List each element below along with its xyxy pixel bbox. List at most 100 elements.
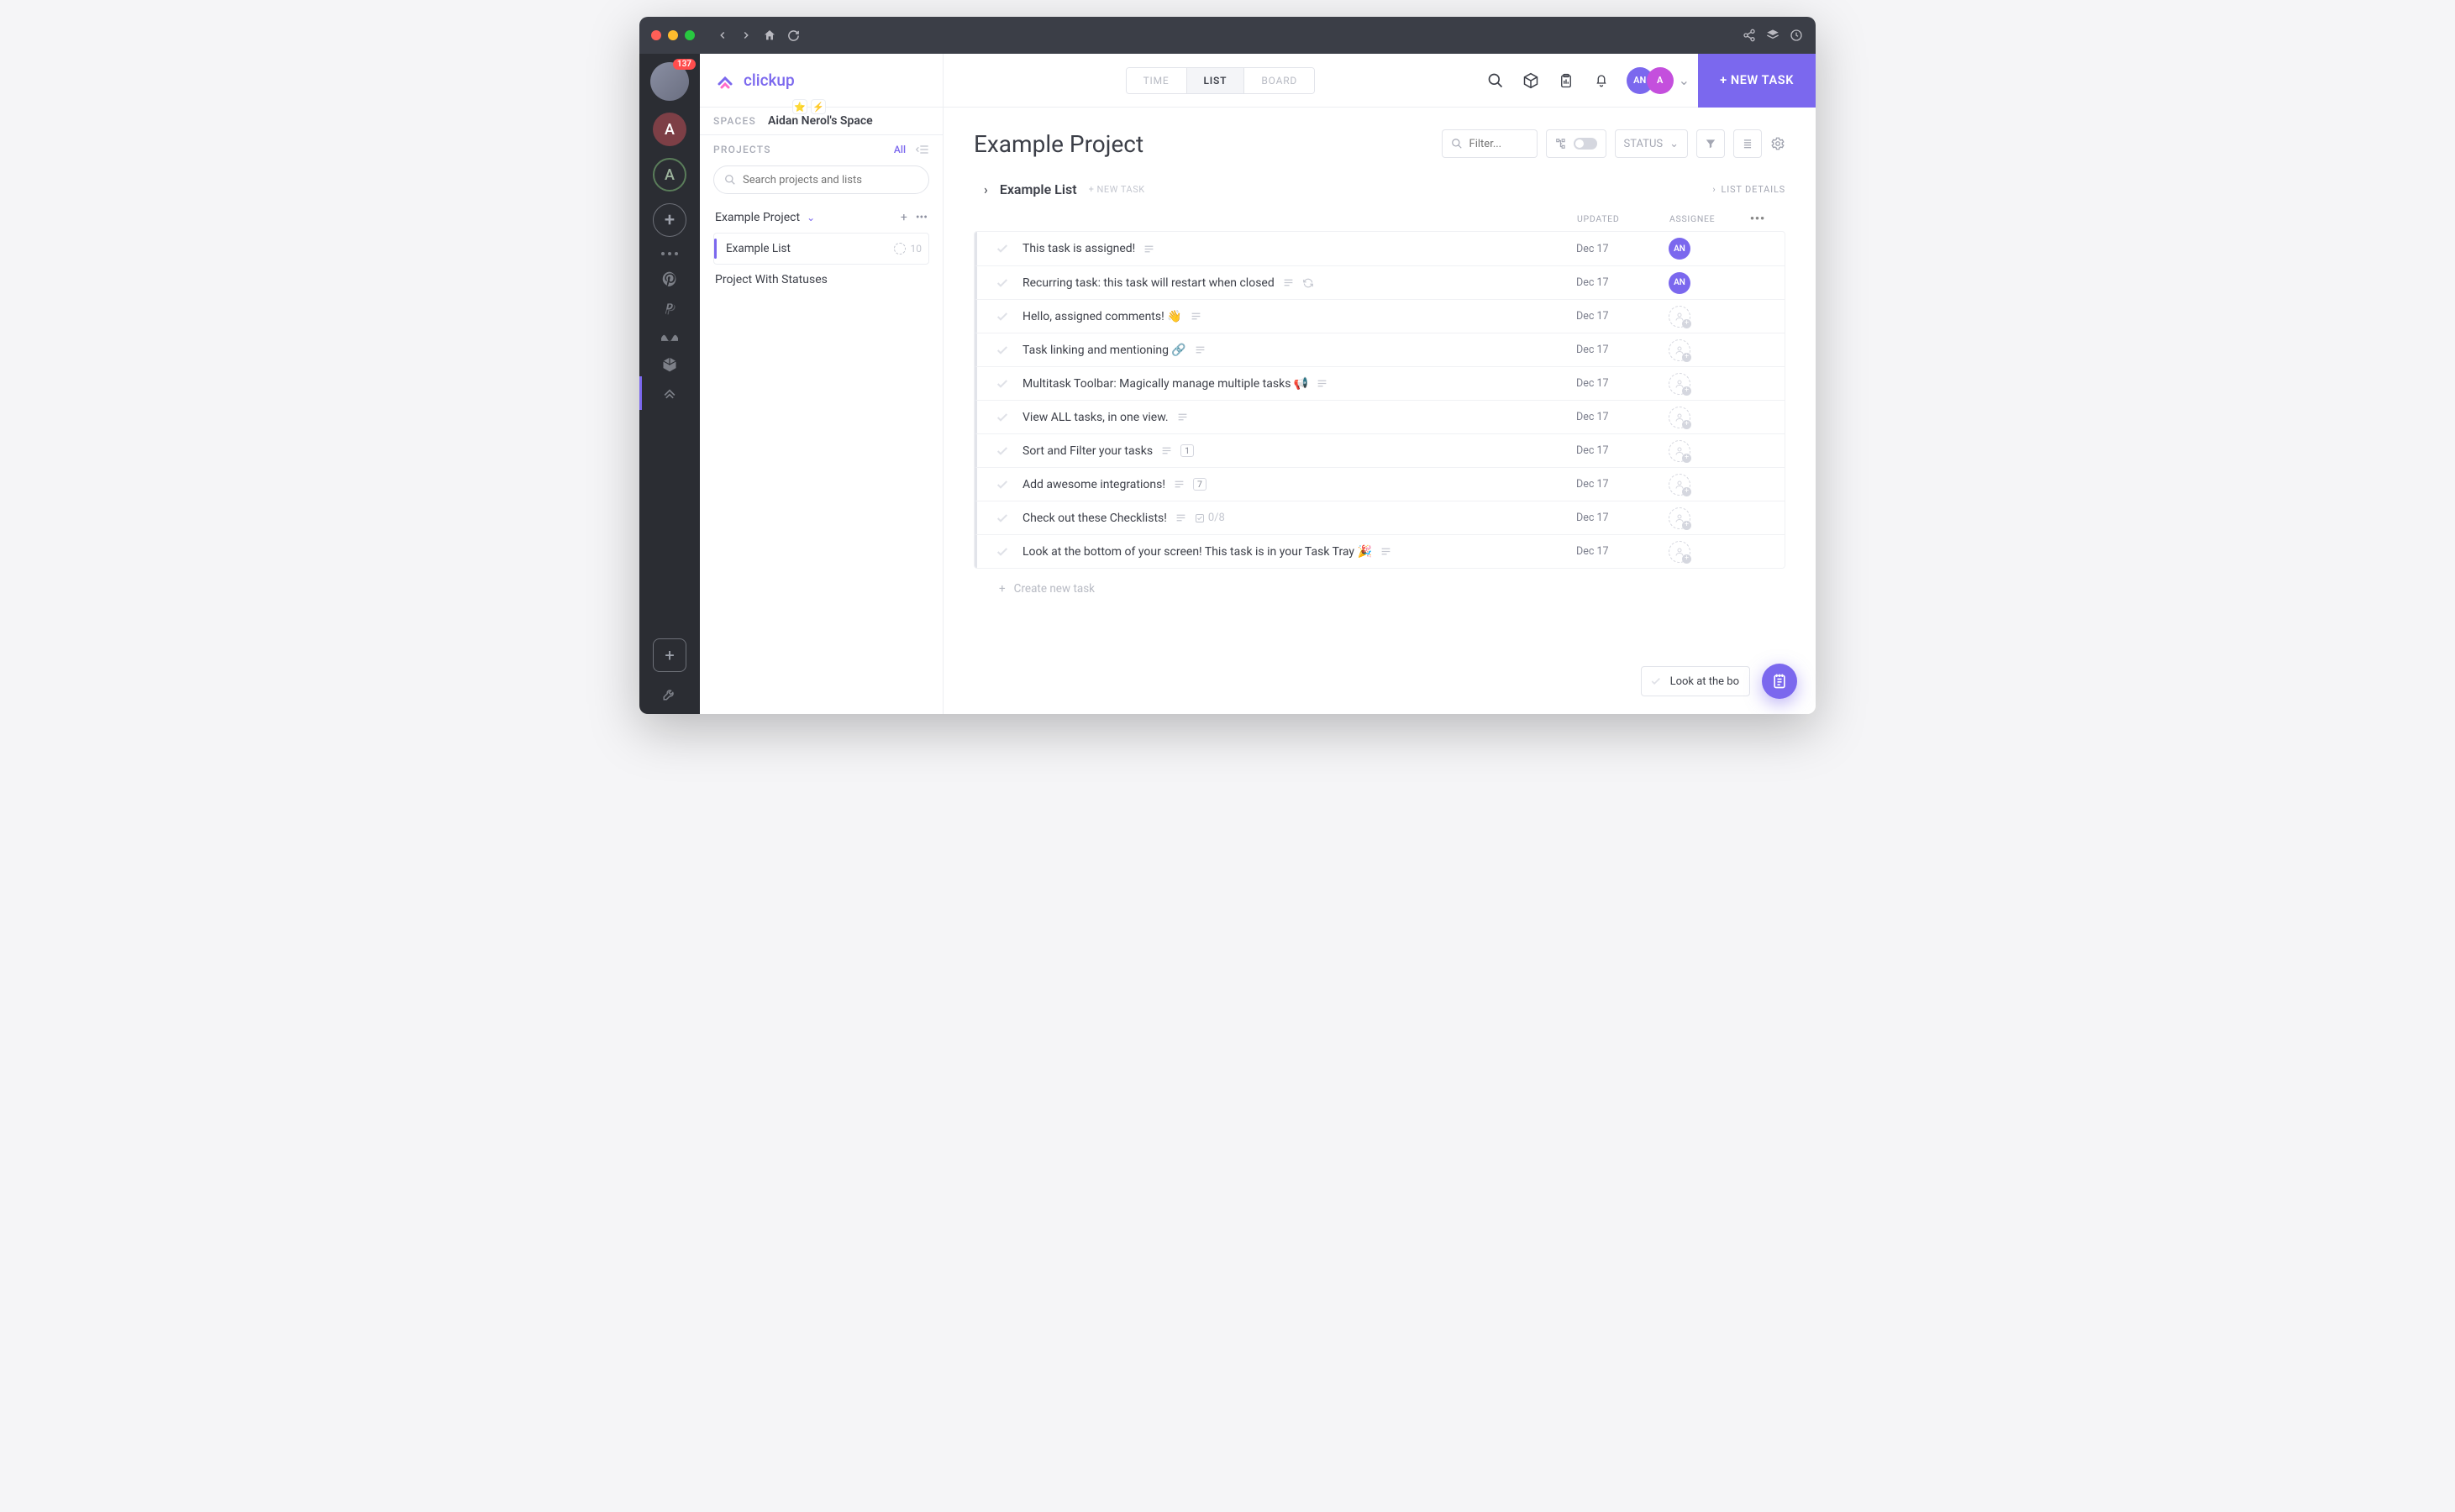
project-menu-icon[interactable]: ••• [916,211,928,224]
nav-back-icon[interactable] [715,28,730,43]
check-icon[interactable] [996,478,1009,491]
subtask-toggle[interactable] [1546,129,1606,158]
check-icon[interactable] [996,344,1009,357]
tray-task-title: Look at the bo [1670,675,1739,688]
workspace-b[interactable]: A [653,158,686,192]
avatar-stack[interactable]: AN A ⌄ [1633,67,1690,94]
task-row[interactable]: This task is assigned!Dec 17AN [975,232,1785,265]
projects-all-link[interactable]: All [894,144,906,155]
home-icon[interactable] [762,28,777,43]
chevron-right-icon[interactable]: › [984,181,988,197]
window-minimize[interactable] [668,30,678,40]
sidebar-item-example-list[interactable]: Example List 10 [713,233,929,265]
assignee-empty[interactable] [1669,339,1690,361]
layers-icon[interactable] [1765,28,1780,43]
cube-icon[interactable] [1522,72,1539,89]
search-icon[interactable] [1487,72,1504,89]
create-task-row[interactable]: + Create new task [974,569,1785,596]
new-task-inline[interactable]: + NEW TASK [1089,184,1145,195]
window-close[interactable] [651,30,661,40]
settings-wrench-icon[interactable] [661,685,678,702]
assignee-empty[interactable] [1669,507,1690,529]
chevron-down-icon[interactable]: ⌄ [1679,72,1690,88]
task-assignee [1669,373,1744,395]
project-with-statuses[interactable]: Project With Statuses [713,265,929,295]
check-icon[interactable] [996,545,1009,559]
view-list[interactable]: LIST [1186,68,1244,93]
history-icon[interactable] [1789,28,1804,43]
notepad-fab[interactable] [1762,664,1797,699]
filter-field[interactable] [1469,138,1528,150]
chevron-down-icon[interactable]: ⌄ [807,212,815,223]
task-row[interactable]: Add awesome integrations!7Dec 17 [975,467,1785,501]
project-search-input[interactable] [743,174,918,186]
status-label: STATUS [1624,138,1664,150]
assignee-empty[interactable] [1669,541,1690,563]
check-icon[interactable] [996,377,1009,391]
paypal-icon[interactable] [661,299,678,316]
task-row[interactable]: View ALL tasks, in one view.Dec 17 [975,400,1785,433]
pinterest-icon[interactable] [661,270,678,287]
task-row[interactable]: Sort and Filter your tasks1Dec 17 [975,433,1785,467]
chevron-down-icon: ⌄ [1669,138,1679,150]
box-icon[interactable] [661,356,678,373]
app-header: TIME LIST BOARD AN A ⌄ + NEW TASK [944,54,1816,108]
assignee-empty[interactable] [1669,373,1690,395]
check-icon[interactable] [996,276,1009,290]
status-filter[interactable]: STATUS ⌄ [1615,129,1688,158]
add-list-icon[interactable]: + [901,211,907,224]
project-search[interactable] [713,165,929,194]
collapse-sidebar-icon[interactable] [916,144,929,155]
gear-icon[interactable] [1770,136,1785,151]
task-row[interactable]: Check out these Checklists!0/8Dec 17 [975,501,1785,534]
clipboard-icon[interactable] [1558,72,1574,89]
workspace-a[interactable]: A [653,113,686,146]
description-icon [1191,312,1201,321]
project-example[interactable]: Example Project ⌄ + ••• [713,202,929,233]
space-header[interactable]: SPACES Aidan Nerol's Space ⭐⚡ [700,108,943,134]
list-details-link[interactable]: ›LIST DETAILS [1712,184,1785,195]
task-list: This task is assigned!Dec 17ANRecurring … [974,231,1785,569]
view-time[interactable]: TIME [1127,68,1186,93]
tray-task[interactable]: Look at the bo [1641,666,1750,696]
nav-forward-icon[interactable] [739,28,754,43]
check-icon[interactable] [996,411,1009,424]
task-updated: Dec 17 [1576,444,1669,457]
clickup-icon[interactable] [661,385,678,402]
check-icon[interactable] [996,242,1009,255]
filter-input[interactable] [1442,129,1538,158]
check-icon[interactable] [996,512,1009,525]
assignee-empty[interactable] [1669,440,1690,462]
assignee-empty[interactable] [1669,306,1690,328]
task-updated: Dec 17 [1576,276,1669,289]
assignee-chip[interactable]: AN [1669,238,1690,260]
search-icon [724,174,736,186]
funnel-filter-icon[interactable] [1696,129,1725,158]
description-icon [1195,345,1206,354]
check-icon[interactable] [996,310,1009,323]
task-row[interactable]: Recurring task: this task will restart w… [975,265,1785,299]
new-task-button[interactable]: + NEW TASK [1698,54,1816,108]
wave-icon[interactable] [661,328,678,344]
assignee-empty[interactable] [1669,474,1690,496]
add-workspace[interactable]: + [653,203,686,237]
task-row[interactable]: Look at the bottom of your screen! This … [975,534,1785,568]
share-icon[interactable] [1742,28,1757,43]
add-app-icon[interactable]: + [653,638,686,672]
task-row[interactable]: Hello, assigned comments! 👋Dec 17 [975,299,1785,333]
window-maximize[interactable] [685,30,695,40]
columns-menu-icon[interactable]: ••• [1745,211,1765,226]
check-icon[interactable] [996,444,1009,458]
assignee-empty[interactable] [1669,407,1690,428]
refresh-icon[interactable] [786,28,801,43]
toggle-switch[interactable] [1574,138,1597,150]
status-circle-icon [894,243,906,255]
task-row[interactable]: Task linking and mentioning 🔗Dec 17 [975,333,1785,366]
task-row[interactable]: Multitask Toolbar: Magically manage mult… [975,366,1785,400]
view-board[interactable]: BOARD [1243,68,1314,93]
columns-icon[interactable] [1733,129,1762,158]
assignee-chip[interactable]: AN [1669,272,1690,294]
task-title: Add awesome integrations! [1022,478,1165,491]
bell-icon[interactable] [1593,72,1610,89]
user-avatar[interactable]: 137 [650,62,689,101]
